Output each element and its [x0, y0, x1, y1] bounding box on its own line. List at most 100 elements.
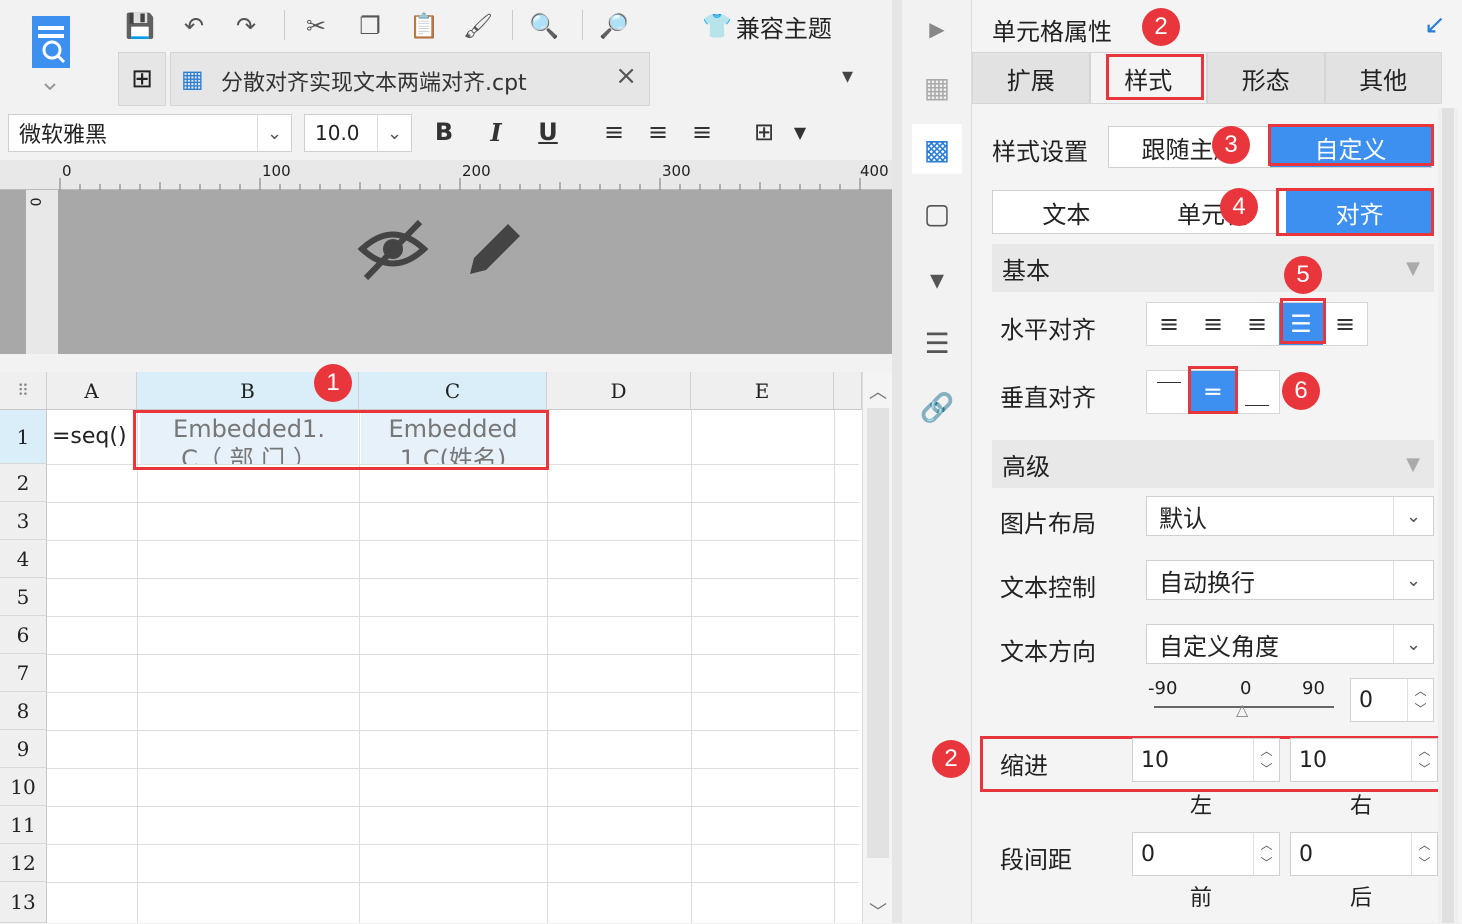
stepper-arrows-icon[interactable]: ︿ ﹀ — [1411, 739, 1437, 781]
stepper-arrows-icon[interactable]: ︿ ﹀ — [1253, 833, 1279, 875]
row-header-10[interactable]: 10 — [0, 768, 47, 806]
edit-pencil-icon[interactable] — [462, 218, 526, 282]
scroll-up-icon[interactable]: ︿ — [869, 378, 887, 404]
align-center-icon[interactable]: ≡ — [642, 116, 674, 148]
paste-icon[interactable]: 📋 — [406, 8, 442, 44]
row-header-7[interactable]: 7 — [0, 654, 47, 692]
underline-button[interactable]: U — [532, 116, 564, 148]
row-header-1[interactable]: 1 — [0, 410, 47, 464]
section-basic[interactable]: 基本 ▼ — [992, 244, 1434, 292]
bold-button[interactable]: B — [428, 116, 460, 148]
condition-icon[interactable]: ☰ — [912, 318, 962, 368]
highlight-middle — [1188, 366, 1238, 414]
align-left-icon[interactable]: ≡ — [598, 116, 630, 148]
save-icon[interactable]: 💾 — [122, 8, 158, 44]
border-icon[interactable]: ⊞ — [748, 116, 780, 148]
theme-button[interactable]: 👕 兼容主题 — [702, 8, 832, 44]
v-align-bottom-icon[interactable]: ＿ — [1235, 371, 1279, 413]
angle-slider-thumb[interactable]: △ — [1236, 700, 1248, 719]
spacing-after-stepper[interactable]: 0 ︿ ﹀ — [1290, 832, 1438, 876]
close-tab-icon[interactable]: × — [615, 61, 637, 91]
pencil-icon — [470, 224, 520, 274]
align-right-icon[interactable]: ≡ — [686, 116, 718, 148]
indent-left-stepper[interactable]: 10 ︿ ﹀ — [1132, 738, 1280, 782]
row-header-5[interactable]: 5 — [0, 578, 47, 616]
h-align-center-icon[interactable]: ≡ — [1191, 303, 1235, 345]
subtab-text[interactable]: 文本 — [993, 191, 1140, 233]
tab-menu-icon[interactable]: ▾ — [842, 64, 853, 89]
redo-icon[interactable]: ↷ — [228, 8, 264, 44]
select-all-corner[interactable]: ⠿ — [0, 372, 47, 410]
text-search-icon[interactable]: 🔍 — [526, 8, 562, 44]
cell-a1[interactable]: =seq() — [52, 424, 127, 449]
scroll-thumb[interactable] — [867, 408, 889, 858]
text-control-select[interactable]: 自动换行 ⌄ — [1146, 560, 1434, 600]
border-dropdown-icon[interactable]: ▼ — [784, 116, 816, 148]
step-badge-1: 1 — [314, 364, 352, 402]
image-layout-select[interactable]: 默认 ⌄ — [1146, 496, 1434, 536]
highlight-custom — [1268, 124, 1434, 166]
font-size-select[interactable]: 10.0 ⌄ — [304, 114, 412, 152]
app-logo[interactable] — [0, 0, 100, 108]
column-header-a[interactable]: A — [47, 372, 137, 410]
widget-icon[interactable]: ▦ — [912, 62, 962, 112]
tab-other[interactable]: 其他 — [1324, 52, 1442, 104]
h-align-left-icon[interactable]: ≡ — [1147, 303, 1191, 345]
tab-file[interactable]: ▦ 分散对齐实现文本两端对齐.cpt × — [170, 52, 650, 106]
side-icon-bar: ▶ ▦ ▩ ▢ ▾ ☰ 🔗 — [902, 0, 972, 923]
tab-extend[interactable]: 扩展 — [972, 52, 1090, 104]
stepper-arrows-icon[interactable]: ︿ ﹀ — [1253, 739, 1279, 781]
widget-settings-icon[interactable]: ▾ — [912, 254, 962, 304]
stepper-arrows-icon[interactable]: ︿ ﹀ — [1411, 833, 1437, 875]
chevron-down-icon: ⌄ — [1393, 561, 1433, 599]
text-direction-select[interactable]: 自定义角度 ⌄ — [1146, 624, 1434, 664]
row-header-11[interactable]: 11 — [0, 806, 47, 844]
italic-button[interactable]: I — [480, 116, 512, 148]
row-header-9[interactable]: 9 — [0, 730, 47, 768]
row-header-12[interactable]: 12 — [0, 844, 47, 882]
row-header-4[interactable]: 4 — [0, 540, 47, 578]
h-align-default-icon[interactable]: ≡ — [1323, 303, 1367, 345]
h-align-right-icon[interactable]: ≡ — [1235, 303, 1279, 345]
font-family-select[interactable]: 微软雅黑 ⌄ — [8, 114, 292, 152]
column-header-e[interactable]: E — [691, 372, 834, 410]
v-align-top-icon[interactable]: ￣ — [1147, 371, 1191, 413]
panel-scroll-thumb[interactable] — [1442, 108, 1454, 923]
column-header-c[interactable]: C — [359, 372, 547, 410]
column-header-d[interactable]: D — [547, 372, 691, 410]
stepper-arrows-icon[interactable]: ︿ ﹀ — [1407, 679, 1433, 721]
h-align-buttons: ≡ ≡ ≡ ☰ ≡ — [1146, 302, 1368, 346]
row-header-3[interactable]: 3 — [0, 502, 47, 540]
scroll-down-icon[interactable]: ﹀ — [869, 898, 887, 924]
float-element-icon[interactable]: ▢ — [912, 188, 962, 238]
cut-icon[interactable]: ✂ — [298, 8, 334, 44]
spacing-before-caption: 前 — [1190, 886, 1213, 911]
hyperlink-icon[interactable]: 🔗 — [912, 382, 962, 432]
format-painter-icon[interactable]: 🖌 — [460, 8, 496, 44]
row-header-13[interactable]: 13 — [0, 882, 47, 923]
ruler-mark: 100 — [262, 162, 291, 180]
section-advanced[interactable]: 高级 ▼ — [992, 440, 1434, 488]
collapse-arrow-icon[interactable]: ▶ — [912, 4, 962, 54]
cell-attributes-icon[interactable]: ▩ — [912, 124, 962, 174]
row-header-8[interactable]: 8 — [0, 692, 47, 730]
sheet-grid-icon[interactable]: ⊞ — [118, 52, 166, 106]
hidden-eye-icon[interactable] — [356, 212, 430, 286]
tab-form[interactable]: 形态 — [1207, 52, 1325, 104]
row-header-2[interactable]: 2 — [0, 464, 47, 502]
row-header-6[interactable]: 6 — [0, 616, 47, 654]
preview-search-icon[interactable]: 🔎 — [596, 8, 632, 44]
step-badge-5: 5 — [1284, 256, 1322, 294]
collapse-panel-icon[interactable]: ↙ — [1424, 10, 1446, 40]
undo-icon[interactable]: ↶ — [176, 8, 212, 44]
copy-icon[interactable]: ❐ — [352, 8, 388, 44]
grid-vertical-scrollbar[interactable]: ︿ ﹀ — [862, 372, 892, 923]
spacing-before-stepper[interactable]: 0 ︿ ﹀ — [1132, 832, 1280, 876]
subtab-cell[interactable]: 单元格 — [1140, 191, 1287, 233]
angle-stepper[interactable]: 0 ︿ ﹀ — [1350, 678, 1434, 722]
column-header-f[interactable] — [834, 372, 862, 410]
spreadsheet-grid[interactable]: ⠿ A B C D E 1 2 3 4 5 6 7 8 9 10 11 12 1… — [0, 364, 862, 923]
indent-right-stepper[interactable]: 10 ︿ ﹀ — [1290, 738, 1438, 782]
pane-divider[interactable] — [892, 0, 902, 923]
panel-scrollbar[interactable] — [1438, 108, 1458, 923]
